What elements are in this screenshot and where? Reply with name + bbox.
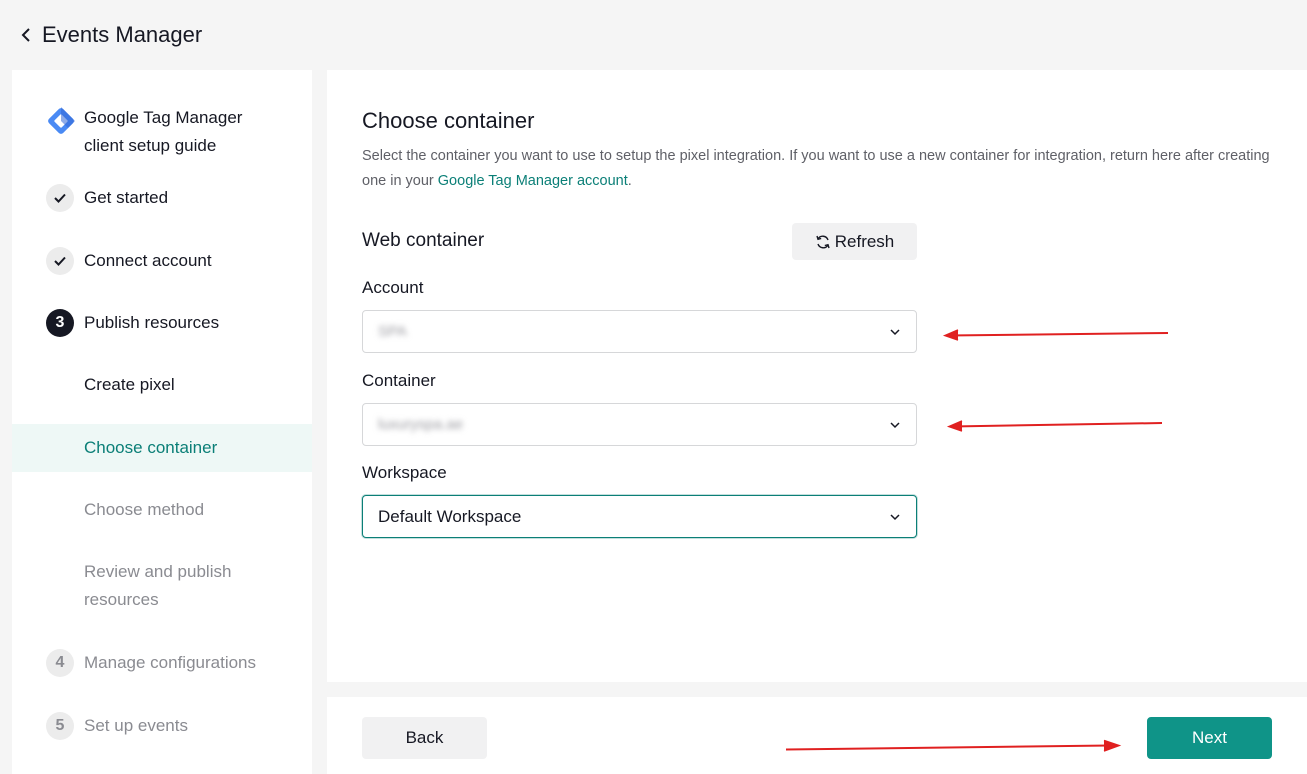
description: Select the container you want to use to …: [362, 144, 1272, 194]
account-select[interactable]: SPA: [362, 310, 917, 353]
step-label: Manage configurations: [84, 653, 257, 672]
step-label: Get started: [84, 188, 169, 207]
container-label: Container: [362, 371, 436, 390]
step-label: Connect account: [84, 251, 212, 270]
refresh-icon: [815, 234, 831, 250]
workspace-select[interactable]: Default Workspace: [362, 495, 917, 538]
step-number: 4: [46, 649, 74, 677]
setup-guide-sidebar: Google Tag Manager client setup guide Ge…: [12, 70, 312, 774]
chevron-down-icon: [888, 510, 902, 524]
step-get-started[interactable]: Get started: [46, 184, 168, 212]
checkmark-icon: [46, 247, 74, 275]
section-heading: Choose container: [362, 108, 535, 133]
back-button[interactable]: Back: [362, 717, 487, 759]
container-value: luxuryspa.ae: [378, 416, 464, 433]
substep-choose-container[interactable]: Choose container: [12, 424, 312, 472]
step-manage-configurations[interactable]: 4 Manage configurations: [46, 649, 256, 677]
step-label: Set up events: [84, 716, 188, 735]
step-label: Publish resources: [84, 313, 220, 332]
substep-create-pixel[interactable]: Create pixel: [12, 371, 312, 399]
annotation-arrow-icon: [946, 420, 1163, 432]
substep-review-and-publish[interactable]: Review and publish resources: [12, 558, 262, 614]
web-container-title: Web container: [362, 230, 485, 251]
step-set-up-events[interactable]: 5 Set up events: [46, 712, 188, 740]
account-value: SPA: [378, 323, 407, 340]
page-title: Events Manager: [42, 22, 203, 47]
checkmark-icon: [46, 184, 74, 212]
refresh-button[interactable]: Refresh: [792, 223, 917, 260]
step-connect-account[interactable]: Connect account: [46, 247, 212, 275]
step-number: 3: [46, 309, 74, 337]
step-number: 5: [46, 712, 74, 740]
workspace-value: Default Workspace: [378, 506, 522, 526]
annotation-arrow-icon: [785, 739, 1122, 752]
guide-title: Google Tag Manager client setup guide: [84, 108, 243, 155]
account-label: Account: [362, 278, 424, 297]
chevron-down-icon: [888, 418, 902, 432]
main-panel: Choose container Select the container yo…: [327, 70, 1307, 682]
annotation-arrow-icon: [942, 329, 1169, 341]
chevron-left-icon[interactable]: [18, 27, 34, 43]
next-button[interactable]: Next: [1147, 717, 1272, 759]
chevron-down-icon: [888, 325, 902, 339]
workspace-label: Workspace: [362, 463, 447, 482]
container-select[interactable]: luxuryspa.ae: [362, 403, 917, 446]
gtm-account-link[interactable]: Google Tag Manager account: [438, 173, 628, 189]
top-bar: Events Manager: [0, 0, 1307, 70]
refresh-label: Refresh: [834, 231, 895, 251]
description-end: .: [627, 173, 632, 189]
guide-header: Google Tag Manager client setup guide: [46, 104, 286, 160]
google-tag-manager-logo-icon: [46, 106, 76, 136]
substep-choose-method[interactable]: Choose method: [12, 496, 312, 524]
step-publish-resources[interactable]: 3 Publish resources: [46, 309, 219, 337]
